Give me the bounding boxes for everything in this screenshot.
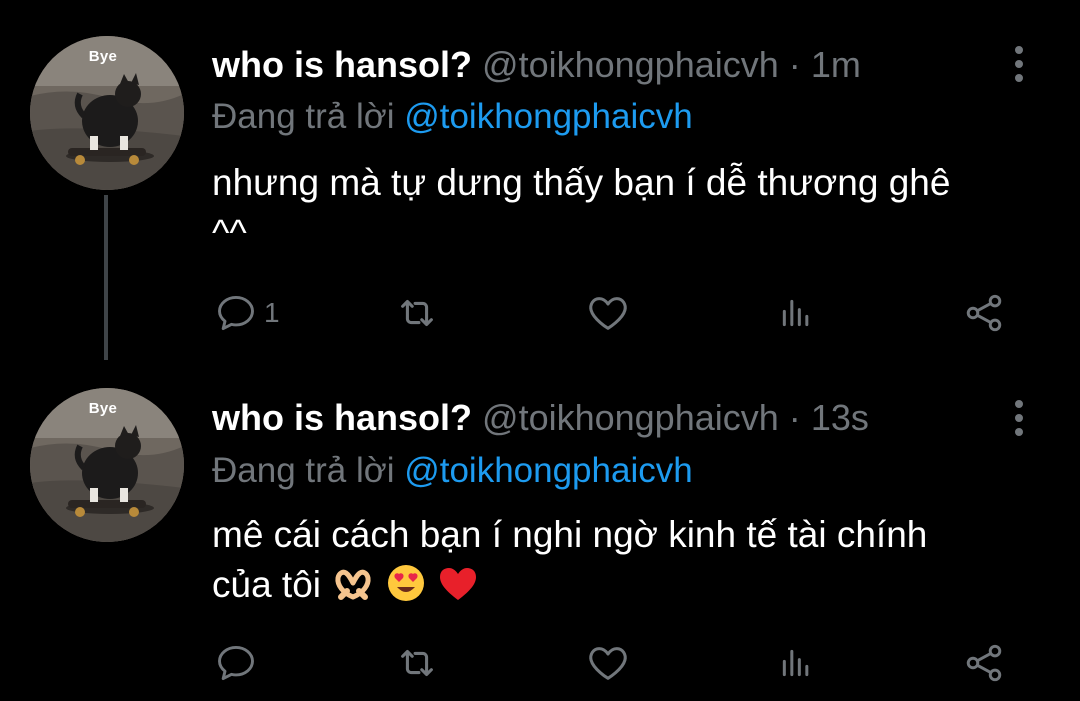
more-options-icon[interactable]	[1008, 398, 1028, 438]
tweet-text-line: nhưng mà tự dưng thấy bạn í dễ thương gh…	[212, 162, 951, 203]
tweet-actions	[212, 640, 1042, 686]
analytics-button[interactable]	[776, 290, 816, 336]
share-icon	[966, 644, 1002, 682]
tweet[interactable]: Bye who is hansol? @toikhongphaicvh · 1m…	[0, 0, 1080, 350]
analytics-icon	[782, 649, 809, 677]
replying-to: Đang trả lời @toikhongphaicvh	[212, 96, 693, 138]
avatar-caption: Bye	[88, 48, 118, 65]
share-button[interactable]	[962, 290, 1006, 336]
tweet-text-line: của tôi	[212, 564, 322, 605]
display-name[interactable]: who is hansol?	[212, 44, 472, 85]
separator-dot: ·	[788, 44, 801, 85]
timestamp[interactable]: 13s	[811, 397, 869, 438]
reply-thread: Bye who is hansol? @toikhongphaicvh · 1m…	[0, 0, 1080, 701]
tweet-text-line: mê cái cách bạn í nghi ngờ kinh tế tài c…	[212, 514, 928, 555]
retweet-button[interactable]	[394, 640, 440, 686]
display-name[interactable]: who is hansol?	[212, 397, 472, 438]
replying-to: Đang trả lời @toikhongphaicvh	[212, 450, 693, 492]
separator-dot: ·	[788, 397, 801, 438]
tweet-text: nhưng mà tự dưng thấy bạn í dễ thương gh…	[212, 158, 1032, 258]
analytics-icon	[782, 299, 809, 327]
analytics-button[interactable]	[776, 640, 816, 686]
red-heart-emoji-icon	[439, 568, 476, 600]
share-button[interactable]	[962, 640, 1006, 686]
retweet-icon	[401, 299, 433, 327]
reply-icon	[218, 295, 254, 331]
replying-to-mention[interactable]: @toikhongphaicvh	[404, 97, 693, 136]
avatar[interactable]: Bye	[30, 36, 184, 190]
like-button[interactable]	[584, 640, 632, 686]
retweet-button[interactable]	[394, 290, 440, 336]
like-button[interactable]	[584, 290, 632, 336]
tweet-header: who is hansol? @toikhongphaicvh · 1m	[212, 43, 861, 87]
user-handle[interactable]: @toikhongphaicvh	[482, 44, 779, 85]
retweet-icon	[401, 649, 433, 677]
replying-to-label: Đang trả lời	[212, 97, 395, 136]
replying-to-label: Đang trả lời	[212, 451, 395, 490]
tweet[interactable]: Bye who is hansol? @toikhongphaicvh · 13…	[0, 350, 1080, 701]
tweet-header: who is hansol? @toikhongphaicvh · 13s	[212, 396, 869, 440]
timestamp[interactable]: 1m	[811, 44, 861, 85]
replying-to-mention[interactable]: @toikhongphaicvh	[404, 451, 693, 490]
reply-count: 1	[264, 297, 280, 328]
reply-button[interactable]	[214, 640, 264, 686]
user-handle[interactable]: @toikhongphaicvh	[482, 397, 779, 438]
tweet-text-line-with-emoji: của tôi	[212, 560, 1032, 610]
reply-icon	[218, 645, 254, 681]
avatar-caption: Bye	[88, 400, 118, 417]
avatar[interactable]: Bye	[30, 388, 184, 542]
tweet-actions: 1	[212, 290, 1042, 336]
more-options-icon[interactable]	[1008, 44, 1028, 84]
heart-eyes-emoji-icon	[387, 565, 424, 601]
share-icon	[966, 294, 1002, 332]
tweet-text-line: ^^	[212, 212, 247, 253]
heart-icon	[589, 297, 627, 330]
tweet-text: mê cái cách bạn í nghi ngờ kinh tế tài c…	[212, 510, 1032, 610]
heart-hands-emoji-icon	[335, 569, 371, 600]
reply-button[interactable]: 1	[214, 290, 280, 336]
heart-icon	[589, 647, 627, 680]
